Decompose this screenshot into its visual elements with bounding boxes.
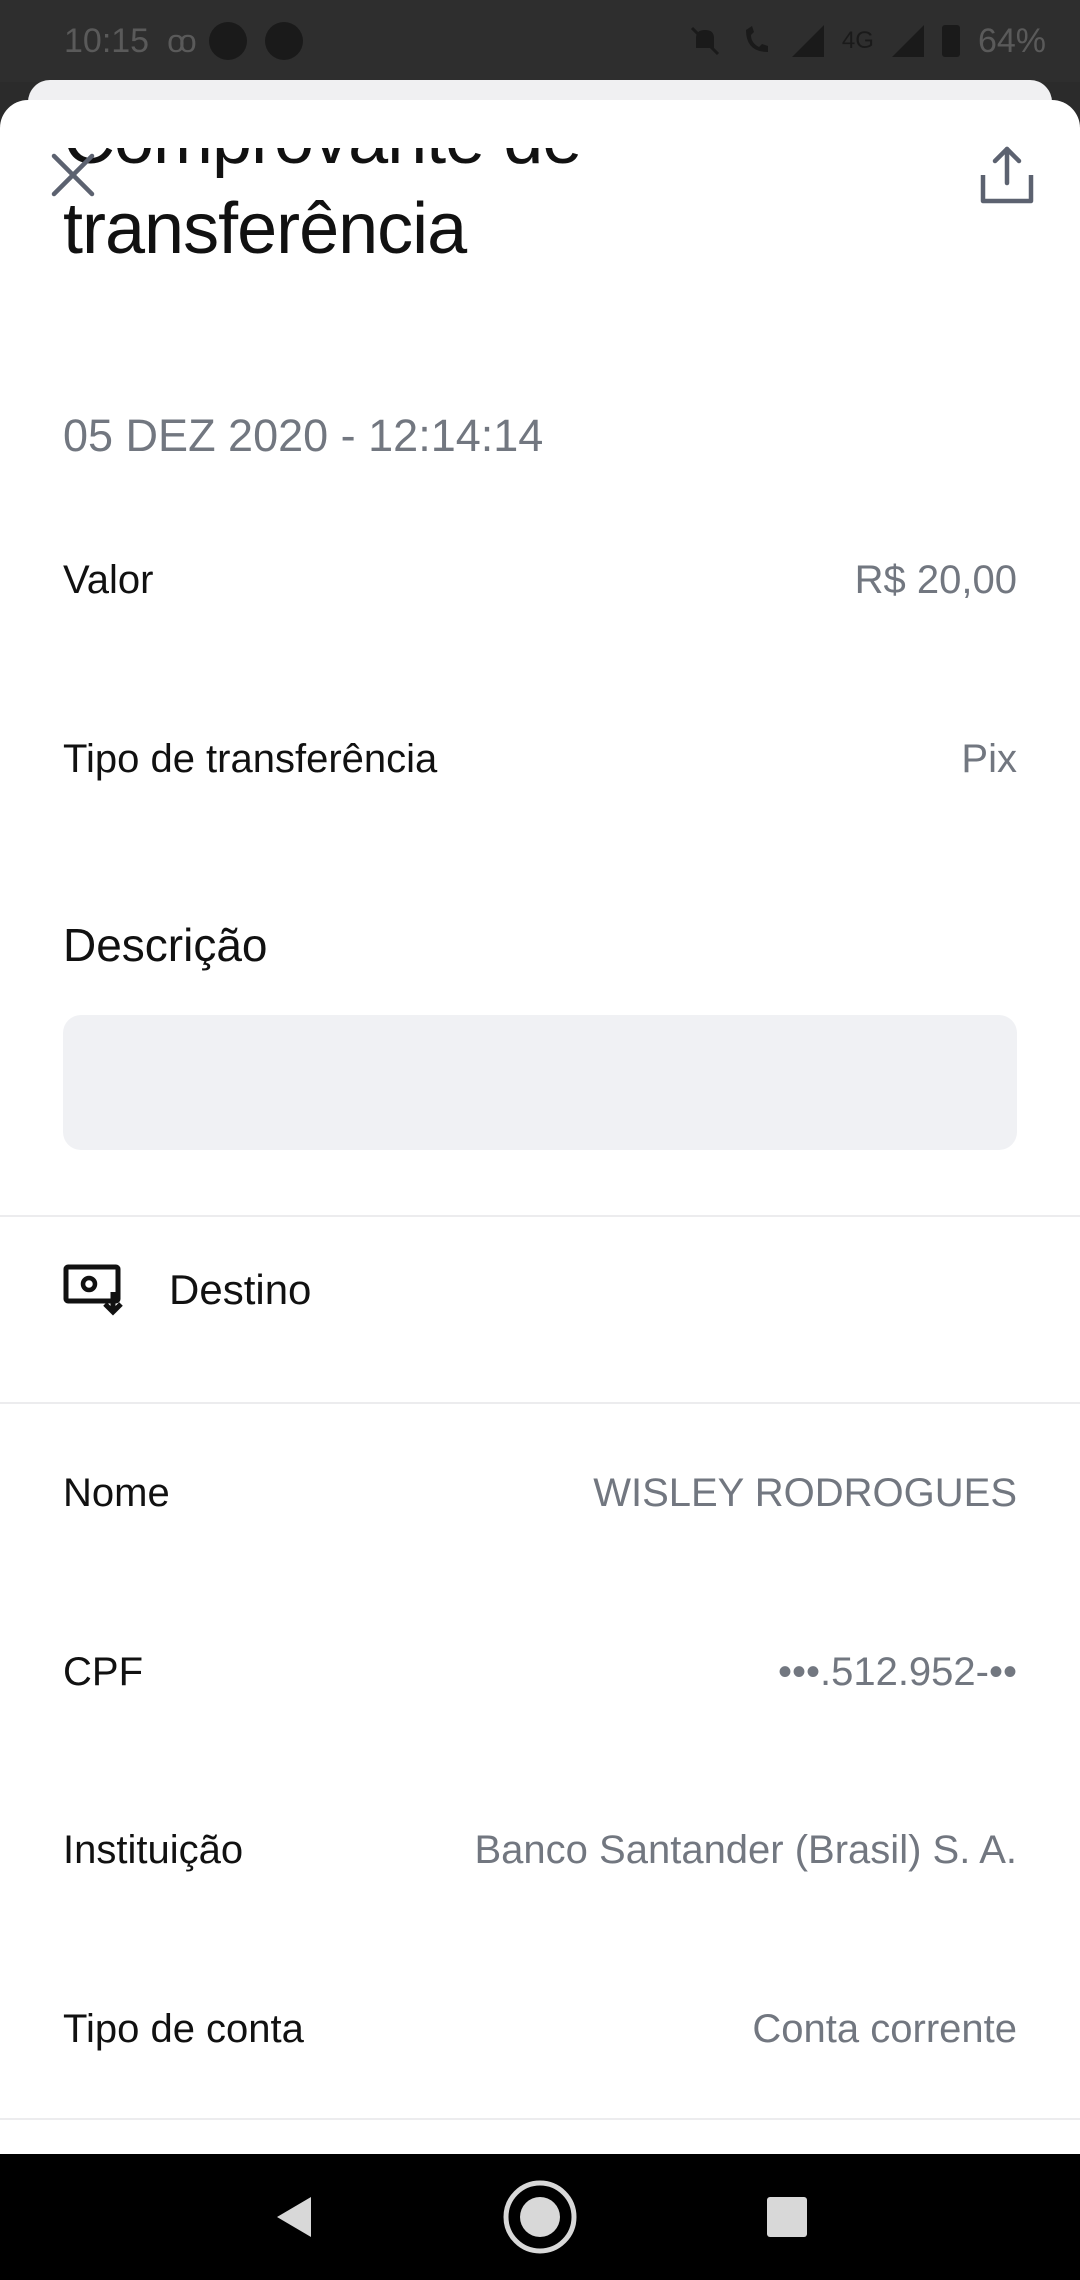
signal-icon — [791, 25, 824, 57]
descricao-title: Descrição — [63, 919, 268, 971]
valor-label: Valor — [63, 557, 154, 602]
share-button[interactable] — [972, 140, 1042, 210]
network-type: 4G — [841, 27, 874, 54]
transfer-datetime: 05 DEZ 2020 - 12:14:14 — [63, 410, 544, 461]
sheet-header — [0, 100, 1080, 250]
row-cpf: CPF •••.512.952-•• — [63, 1637, 1017, 1707]
row-nome: Nome WISLEY RODROGUES — [63, 1458, 1017, 1528]
destino-title: Destino — [169, 1266, 312, 1313]
back-icon — [277, 2197, 312, 2237]
back-button[interactable] — [248, 2172, 338, 2262]
destino-header: Destino — [63, 1250, 311, 1330]
tipo-conta-value: Conta corrente — [752, 2006, 1017, 2051]
recents-button[interactable] — [742, 2172, 832, 2262]
tipo-transferencia-value: Pix — [961, 736, 1017, 781]
row-instituicao: Instituição Banco Santander (Brasil) S. … — [63, 1815, 1017, 1885]
wifi-calling-icon — [745, 26, 768, 52]
navigation-bar — [0, 2154, 1080, 2280]
divider — [0, 2118, 1080, 2120]
home-button[interactable] — [495, 2172, 585, 2262]
close-button[interactable] — [40, 142, 106, 208]
nome-value: WISLEY RODROGUES — [593, 1470, 1017, 1515]
status-time: 10:15 — [64, 21, 150, 60]
battery-level: 64% — [977, 21, 1046, 60]
mute-icon — [690, 26, 719, 56]
share-icon — [980, 146, 1034, 204]
cpf-value: •••.512.952-•• — [777, 1649, 1017, 1694]
divider — [0, 1402, 1080, 1404]
recents-icon — [766, 2197, 807, 2237]
row-valor: Valor R$ 20,00 — [63, 545, 1017, 615]
valor-value: R$ 20,00 — [854, 557, 1017, 602]
tipo-conta-label: Tipo de conta — [63, 2006, 304, 2051]
tipo-transferencia-label: Tipo de transferência — [63, 736, 438, 781]
screen-download-icon — [63, 1264, 123, 1316]
instituicao-label: Instituição — [63, 1827, 244, 1872]
home-icon — [503, 2180, 577, 2254]
cpf-label: CPF — [63, 1649, 143, 1694]
status-right: 4G 64% — [688, 22, 1046, 61]
descricao-box — [63, 1015, 1017, 1150]
close-icon — [51, 153, 95, 197]
row-tipo-conta: Tipo de conta Conta corrente — [63, 1994, 1017, 2064]
notification-icon — [208, 22, 247, 60]
signal-icon — [891, 25, 924, 57]
instituicao-value: Banco Santander (Brasil) S. A. — [474, 1827, 1018, 1872]
status-bar: 10:15 oo 4G 64% — [0, 0, 1080, 82]
voicemail-icon: oo — [167, 22, 196, 59]
row-tipo-transferencia: Tipo de transferência Pix — [63, 724, 1017, 794]
receipt-sheet: Comprovante de transferência 05 DEZ 2020… — [0, 100, 1080, 2154]
notification-icon — [264, 22, 303, 60]
status-left: 10:15 oo — [64, 22, 303, 61]
divider — [0, 1215, 1080, 1217]
nome-label: Nome — [63, 1470, 170, 1515]
battery-icon — [941, 25, 960, 57]
